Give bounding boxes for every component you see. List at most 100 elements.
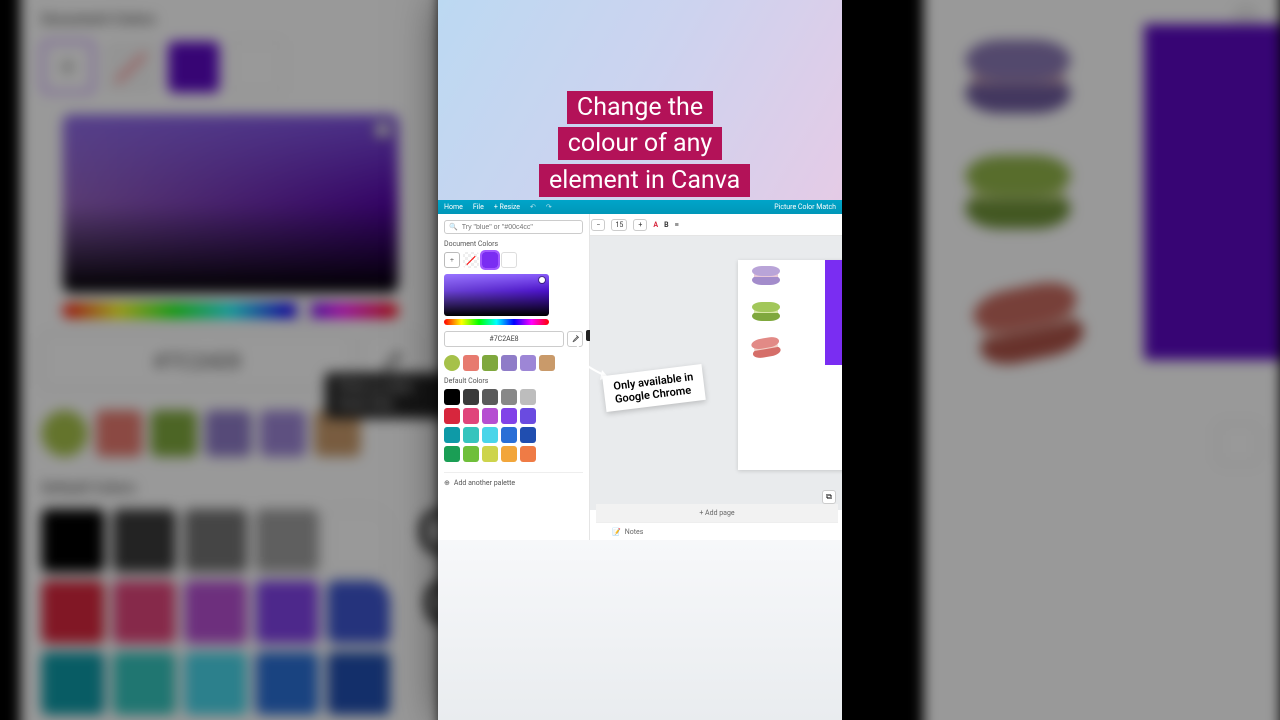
bg-swatch: [113, 581, 176, 644]
bg-hue-slider: [62, 303, 398, 318]
default-color-grid: [444, 389, 583, 462]
bg-photo-swatch: [205, 410, 251, 456]
bg-canvas-right: [923, 0, 1280, 720]
menu-file[interactable]: File: [473, 203, 484, 211]
color-swatch[interactable]: [501, 446, 517, 462]
color-swatch[interactable]: [482, 389, 498, 405]
font-size[interactable]: 15: [611, 219, 627, 231]
app-titlebar: Home File + Resize ↶↷ Picture Color Matc…: [438, 200, 842, 214]
bg-default-grid: [42, 509, 420, 715]
bg-no-color: [105, 41, 157, 94]
bg-purple-swatch: [167, 41, 220, 94]
photo-colors-row: [444, 355, 583, 371]
macaron-element[interactable]: [751, 336, 782, 360]
photo-color-swatch[interactable]: [539, 355, 555, 371]
bg-duplicate-icon: [1218, 423, 1260, 465]
bg-swatch: [42, 581, 105, 644]
hex-input[interactable]: #7C2AE8: [444, 331, 564, 347]
doc-color-swatch[interactable]: [482, 252, 498, 268]
macaron-element[interactable]: [752, 302, 780, 321]
bg-swatch: [113, 509, 176, 572]
photo-color-swatch[interactable]: [501, 355, 517, 371]
add-color-button[interactable]: [444, 252, 460, 268]
bg-photo-swatch: [151, 410, 197, 456]
design-page[interactable]: [738, 260, 842, 470]
color-swatch[interactable]: [520, 408, 536, 424]
color-swatch[interactable]: [463, 408, 479, 424]
color-swatch[interactable]: [501, 427, 517, 443]
search-input[interactable]: [462, 224, 578, 231]
color-swatch[interactable]: [501, 408, 517, 424]
bg-doc-colors-label: Document Colors: [42, 11, 420, 28]
bg-swatch: [184, 652, 247, 715]
bg-swatch: [327, 509, 390, 572]
duplicate-page-icon[interactable]: ⧉: [822, 490, 836, 504]
doc-color-swatch[interactable]: [501, 252, 517, 268]
bg-macaron: [970, 276, 1088, 370]
notes-bar[interactable]: Notes: [596, 522, 838, 540]
align-icon[interactable]: ≡: [675, 221, 679, 229]
menu-home[interactable]: Home: [444, 203, 463, 211]
photo-color-swatch[interactable]: [444, 355, 460, 371]
bold-icon[interactable]: B: [664, 221, 668, 229]
app-title: Picture Color Match: [774, 203, 836, 211]
add-page-button[interactable]: + Add page: [596, 504, 838, 522]
color-swatch[interactable]: [463, 446, 479, 462]
notes-icon: [612, 528, 621, 536]
color-swatch[interactable]: [482, 427, 498, 443]
bg-swatch: [256, 509, 319, 572]
color-search[interactable]: [444, 220, 583, 234]
bg-swatch: [327, 581, 390, 644]
bg-hex-input: #7C2AE8: [42, 333, 353, 390]
color-swatch[interactable]: [520, 427, 536, 443]
default-colors-label: Default Colors: [444, 377, 583, 385]
search-icon: [449, 223, 458, 231]
bg-swatch: [256, 652, 319, 715]
add-palette-button[interactable]: ⊕Add another palette: [444, 472, 583, 487]
text-color-icon[interactable]: A: [653, 221, 658, 229]
macaron-element[interactable]: [752, 266, 780, 285]
bg-macaron: [965, 155, 1070, 229]
menu-resize[interactable]: + Resize: [494, 203, 520, 211]
color-swatch[interactable]: [520, 389, 536, 405]
bg-purple-shape: [1144, 24, 1280, 360]
bg-swatch: [184, 509, 247, 572]
bg-swatch: [113, 652, 176, 715]
color-swatch[interactable]: [444, 408, 460, 424]
bg-swatch: [42, 509, 105, 572]
bg-white-swatch: [231, 41, 284, 94]
bg-macaron: [965, 40, 1070, 114]
color-swatch[interactable]: [463, 427, 479, 443]
bg-photo-swatch: [96, 410, 142, 456]
color-swatch[interactable]: [444, 427, 460, 443]
no-color-swatch[interactable]: [463, 252, 479, 268]
bg-swatch: [256, 581, 319, 644]
bottom-gradient: [438, 540, 842, 720]
bg-photo-swatch: [42, 410, 88, 456]
bg-add-color: [42, 41, 94, 94]
bg-photo-swatch: [260, 410, 306, 456]
color-swatch[interactable]: [482, 446, 498, 462]
color-swatch[interactable]: [444, 389, 460, 405]
doc-colors-label: Document Colors: [444, 240, 583, 248]
bg-color-panel: Document Colors #7C2AE8 Pick a color fro…: [20, 0, 440, 720]
saturation-picker[interactable]: [444, 274, 549, 316]
photo-color-swatch[interactable]: [463, 355, 479, 371]
photo-color-swatch[interactable]: [520, 355, 536, 371]
color-swatch[interactable]: [520, 446, 536, 462]
bg-swatch: [327, 652, 390, 715]
color-panel: Document Colors #7C2AE8 Pick a color fro…: [438, 214, 590, 540]
bg-swatch: [184, 581, 247, 644]
bg-default-colors-label: Default Colors: [42, 480, 420, 497]
video-frame: Change the colour of any element in Canv…: [438, 0, 842, 720]
hue-slider[interactable]: [444, 319, 549, 325]
color-swatch[interactable]: [463, 389, 479, 405]
bg-swatch: [42, 652, 105, 715]
size-minus[interactable]: −: [591, 219, 605, 231]
size-plus[interactable]: +: [633, 219, 647, 231]
color-swatch[interactable]: [482, 408, 498, 424]
selected-shape[interactable]: [825, 260, 842, 365]
color-swatch[interactable]: [444, 446, 460, 462]
color-swatch[interactable]: [501, 389, 517, 405]
photo-color-swatch[interactable]: [482, 355, 498, 371]
